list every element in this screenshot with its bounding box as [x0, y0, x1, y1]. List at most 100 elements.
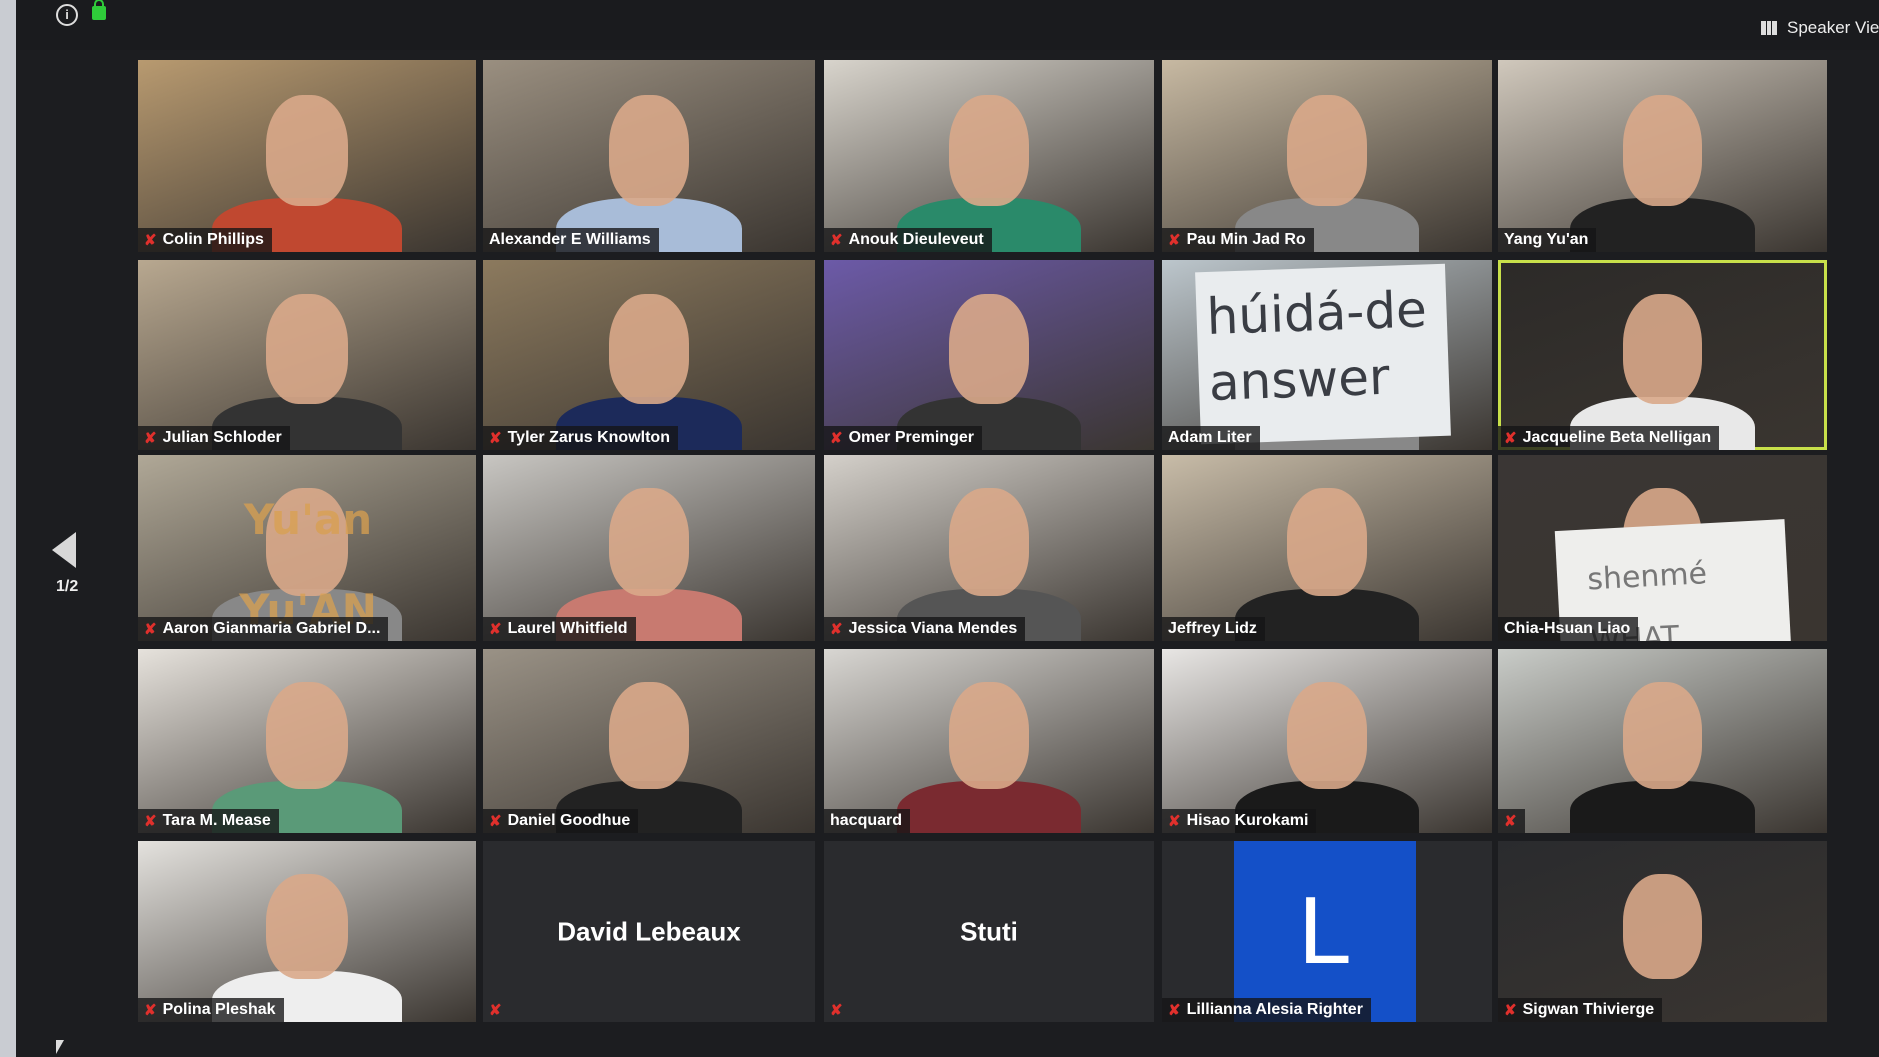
- participant-name-label: ✘ Jessica Viana Mendes: [824, 617, 1026, 641]
- participant-name-label: Yang Yu'an: [1498, 228, 1597, 252]
- participant-name: Laurel Whitfield: [507, 620, 628, 637]
- participant-name: Polina Pleshak: [162, 1001, 276, 1018]
- participant-tile[interactable]: hacquard: [824, 649, 1154, 833]
- participant-name-label: ✘ Pau Min Jad Ro: [1162, 228, 1314, 252]
- participant-name-label: ✘ Daniel Goodhue: [483, 809, 639, 833]
- participant-tile[interactable]: ✘ Sigwan Thivierge: [1498, 841, 1827, 1022]
- participant-tile[interactable]: Yang Yu'an: [1498, 60, 1827, 252]
- participant-tile[interactable]: húidá-de answer Adam Liter: [1162, 260, 1492, 450]
- previous-page-arrow-icon[interactable]: [52, 532, 76, 568]
- video-person-body: [1570, 198, 1755, 252]
- video-person-face: [609, 488, 689, 597]
- video-person-face: [266, 873, 348, 979]
- muted-mic-icon: ✘: [144, 813, 157, 830]
- video-person-face: [1623, 873, 1702, 979]
- participant-tile[interactable]: ✘ Anouk Dieuleveut: [824, 60, 1154, 252]
- video-person-body: [1570, 781, 1755, 833]
- participant-name: Daniel Goodhue: [507, 812, 631, 829]
- participant-name: Chia-Hsuan Liao: [1504, 620, 1631, 637]
- participant-name-label: Chia-Hsuan Liao: [1498, 617, 1639, 641]
- participant-name-label: ✘ Lillianna Alesia Righter: [1162, 998, 1371, 1022]
- participant-name: Pau Min Jad Ro: [1186, 231, 1306, 248]
- muted-mic-icon: ✘: [830, 1002, 843, 1019]
- video-person-face: [1287, 488, 1367, 597]
- muted-mic-icon: ✘: [1168, 813, 1181, 830]
- speaker-view-button[interactable]: Speaker View: [1761, 18, 1879, 38]
- participant-name: Jeffrey Lidz: [1168, 620, 1257, 637]
- participant-name: Lillianna Alesia Righter: [1186, 1001, 1363, 1018]
- video-person-face: [1287, 94, 1367, 206]
- participant-tile[interactable]: Yu'an Yu'AN ✘ Aaron Gianmaria Gabriel D...: [138, 455, 476, 641]
- participant-name-label: ✘ Tara M. Mease: [138, 809, 279, 833]
- muted-mic-icon: ✘: [144, 232, 157, 249]
- video-person-face: [1623, 682, 1702, 789]
- participant-tile[interactable]: ✘ Julian Schloder: [138, 260, 476, 450]
- participant-name: Alexander E Williams: [489, 231, 651, 248]
- participant-name-label: ✘ Hisao Kurokami: [1162, 809, 1317, 833]
- participant-tile[interactable]: ✘ Polina Pleshak: [138, 841, 476, 1022]
- participant-name: Adam Liter: [1168, 429, 1252, 446]
- participant-name: Jacqueline Beta Nelligan: [1522, 429, 1712, 446]
- muted-mic-icon: ✘: [1504, 1002, 1517, 1019]
- video-person-face: [266, 294, 348, 405]
- muted-mic-icon: ✘: [830, 621, 843, 638]
- screen-bezel: [0, 0, 16, 1057]
- participant-tile[interactable]: L ✘ Lillianna Alesia Righter: [1162, 841, 1492, 1022]
- participant-name-label: Jeffrey Lidz: [1162, 617, 1265, 641]
- participant-tile[interactable]: ✘: [1498, 649, 1827, 833]
- muted-mic-icon: ✘: [489, 813, 502, 830]
- participant-name-label: ✘ Aaron Gianmaria Gabriel D...: [138, 617, 389, 641]
- participant-tile[interactable]: ✘ Hisao Kurokami: [1162, 649, 1492, 833]
- participant-name-label: Adam Liter: [1162, 426, 1260, 450]
- participant-tile[interactable]: ✘ Daniel Goodhue: [483, 649, 815, 833]
- participant-tile[interactable]: ✘ Tyler Zarus Knowlton: [483, 260, 815, 450]
- participant-name-label: ✘: [1498, 809, 1525, 833]
- video-person-face: [266, 94, 348, 206]
- participant-name-label: ✘: [483, 998, 510, 1022]
- muted-mic-icon: ✘: [1504, 813, 1517, 830]
- participant-name-label: ✘ Anouk Dieuleveut: [824, 228, 992, 252]
- video-person-face: [266, 682, 348, 789]
- participant-tile[interactable]: David Lebeaux ✘: [483, 841, 815, 1022]
- participant-tile[interactable]: ✘ Pau Min Jad Ro: [1162, 60, 1492, 252]
- participant-tile[interactable]: ✘ Laurel Whitfield: [483, 455, 815, 641]
- participant-tile[interactable]: Alexander E Williams: [483, 60, 815, 252]
- handwritten-sign: húidá-de answer: [1195, 263, 1451, 445]
- lock-icon[interactable]: [92, 0, 106, 20]
- participant-name-label: ✘ Julian Schloder: [138, 426, 290, 450]
- video-person-face: [1623, 94, 1702, 206]
- muted-mic-icon: ✘: [489, 1002, 502, 1019]
- participant-name-center: David Lebeaux: [557, 916, 741, 946]
- participant-tile[interactable]: shenmé WHATChia-Hsuan Liao: [1498, 455, 1827, 641]
- participant-name-label: ✘ Omer Preminger: [824, 426, 982, 450]
- participant-tile[interactable]: Jeffrey Lidz: [1162, 455, 1492, 641]
- muted-mic-icon: ✘: [144, 621, 157, 638]
- participant-tile[interactable]: Stuti ✘: [824, 841, 1154, 1022]
- participant-tile[interactable]: ✘ Tara M. Mease: [138, 649, 476, 833]
- page-indicator: 1/2: [56, 578, 79, 595]
- participant-name-label: ✘ Laurel Whitfield: [483, 617, 636, 641]
- participant-tile[interactable]: ✘ Colin Phillips: [138, 60, 476, 252]
- video-person-face: [949, 94, 1029, 206]
- video-person-face: [609, 682, 689, 789]
- muted-mic-icon: ✘: [830, 232, 843, 249]
- participant-name: Sigwan Thivierge: [1522, 1001, 1655, 1018]
- participant-name: Yang Yu'an: [1504, 231, 1589, 248]
- participant-tile[interactable]: ✘ Jacqueline Beta Nelligan: [1498, 260, 1827, 450]
- participant-name-label: hacquard: [824, 809, 911, 833]
- participant-name: Aaron Gianmaria Gabriel D...: [162, 620, 381, 637]
- video-person-face: [609, 294, 689, 405]
- muted-mic-icon: ✘: [489, 430, 502, 447]
- participant-tile[interactable]: ✘ Omer Preminger: [824, 260, 1154, 450]
- avatar: L: [1234, 841, 1416, 1022]
- participant-name: Omer Preminger: [848, 429, 974, 446]
- participant-name-label: ✘ Tyler Zarus Knowlton: [483, 426, 678, 450]
- participant-name: Tyler Zarus Knowlton: [507, 429, 670, 446]
- info-icon[interactable]: i: [56, 4, 78, 26]
- top-bar: i Speaker View: [16, 0, 1879, 50]
- speaker-view-label: Speaker View: [1787, 18, 1879, 37]
- participant-tile[interactable]: ✘ Jessica Viana Mendes: [824, 455, 1154, 641]
- participant-name-label: ✘ Colin Phillips: [138, 228, 272, 252]
- participant-name: Hisao Kurokami: [1186, 812, 1309, 829]
- muted-mic-icon: ✘: [830, 430, 843, 447]
